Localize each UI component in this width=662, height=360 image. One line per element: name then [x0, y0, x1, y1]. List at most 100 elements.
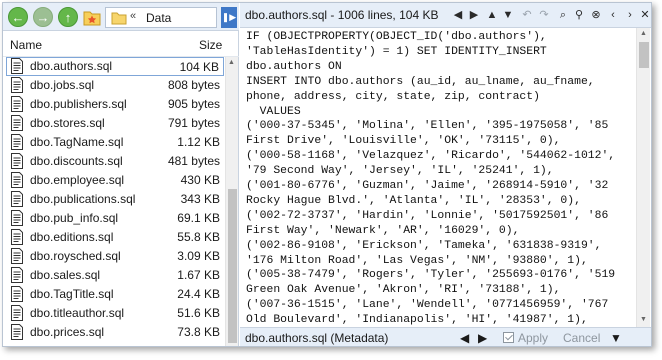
favorites-button[interactable] — [82, 7, 102, 27]
file-name: dbo.roysched.sql — [30, 249, 121, 263]
next-icon: ▶ — [478, 330, 488, 345]
path-bar[interactable]: « Data — [105, 7, 217, 28]
navigation-toolbar: ← → ↑ « Data ❚▶ — [3, 3, 239, 31]
code-line: ('000-58-1168', 'Velazquez', 'Ricardo', … — [246, 150, 616, 163]
file-row[interactable]: dbo.employee.sql 430 KB — [6, 171, 224, 190]
file-row[interactable]: dbo.publications.sql 343 KB — [6, 190, 224, 209]
back-button[interactable]: ← — [8, 7, 28, 27]
file-name: dbo.titleauthor.sql — [30, 306, 125, 320]
file-list-scrollbar[interactable]: ▲ — [225, 57, 238, 346]
sql-file-icon — [11, 153, 23, 169]
file-name: dbo.jobs.sql — [30, 78, 95, 92]
file-size: 3.09 KB — [177, 249, 220, 263]
clear-find-button[interactable]: ⊗ — [588, 6, 604, 24]
redo-button[interactable]: ↷ — [536, 6, 552, 24]
collapse-pane-button[interactable]: ❚▶ — [221, 7, 237, 28]
scrollbar-thumb[interactable] — [228, 189, 237, 343]
code-line: ('007-36-1515', 'Lane', 'Wendell', '0771… — [246, 299, 609, 312]
column-name-header[interactable]: Name — [10, 38, 42, 52]
code-line: phone, address, city, state, zip, contra… — [246, 90, 540, 103]
apply-button[interactable]: Apply — [503, 330, 548, 345]
file-row[interactable]: dbo.pub_info.sql 69.1 KB — [6, 209, 224, 228]
file-name: dbo.sales.sql — [30, 268, 101, 282]
cancel-button[interactable]: Cancel — [563, 330, 600, 345]
more-icon: ▼ — [610, 330, 622, 345]
sql-file-icon — [11, 96, 23, 112]
sql-file-icon — [11, 134, 23, 150]
scroll-up-icon[interactable]: ▲ — [228, 59, 235, 66]
arrow-right-icon: → — [36, 9, 50, 25]
file-row[interactable]: dbo.stores.sql 791 bytes — [6, 114, 224, 133]
sql-file-icon — [11, 267, 23, 283]
file-row[interactable]: dbo.discounts.sql 481 bytes — [6, 152, 224, 171]
code-line: '176 Milton Road', 'Las Vegas', 'NM', '9… — [246, 254, 588, 267]
viewer-scrollbar[interactable]: ▲ ▼ — [636, 28, 650, 327]
code-line: Green Oak Avenue', 'Akron', 'RI', '73188… — [246, 284, 561, 297]
next-button[interactable]: ▶ — [478, 330, 487, 345]
up-button[interactable]: ▲ — [484, 6, 500, 24]
code-line: INSERT INTO dbo.authors (au_id, au_lname… — [246, 75, 595, 88]
column-size-header[interactable]: Size — [199, 38, 222, 52]
file-row[interactable]: dbo.TagTitle.sql 24.4 KB — [6, 285, 224, 304]
sql-file-icon — [11, 115, 23, 131]
code-line: 'TableHasIdentity') = 1) SET IDENTITY_IN… — [246, 45, 547, 58]
file-size: 905 bytes — [167, 97, 220, 111]
close-button[interactable]: ✕ — [637, 6, 653, 24]
code-line: '79 Second Way', 'Jersey', 'IL', '25241'… — [246, 165, 554, 178]
code-line: ('002-72-3737', 'Hardin', 'Lonnie', '501… — [246, 209, 609, 222]
file-name: dbo.employee.sql — [30, 173, 125, 187]
chevron-left-icon: ❚▶ — [221, 12, 237, 22]
sql-file-icon — [11, 58, 23, 74]
back-button[interactable]: ◀ — [450, 6, 466, 24]
more-button[interactable]: ▼ — [610, 330, 622, 345]
sql-file-icon — [11, 324, 23, 340]
file-name: dbo.prices.sql — [30, 325, 105, 339]
previous-button[interactable]: ◀ — [460, 330, 469, 345]
file-row[interactable]: dbo.sales.sql 1.67 KB — [6, 266, 224, 285]
scrollbar-thumb[interactable] — [639, 42, 649, 68]
file-size: 104 KB — [179, 60, 219, 74]
file-name: dbo.TagTitle.sql — [30, 287, 114, 301]
file-size: 55.8 KB — [177, 230, 220, 244]
file-row[interactable]: dbo.TagName.sql 1.12 KB — [6, 133, 224, 152]
up-button[interactable]: ↑ — [58, 7, 78, 27]
file-row[interactable]: dbo.titleauthor.sql 51.6 KB — [6, 304, 224, 323]
viewer-toolbar: dbo.authors.sql - 1006 lines, 104 KB ◀ ▶ ▲… — [240, 3, 651, 28]
arrow-left-icon: ← — [11, 9, 25, 25]
file-row[interactable]: dbo.publishers.sql 905 bytes — [6, 95, 224, 114]
previous-button[interactable]: ‹ — [605, 6, 621, 24]
column-header: Name Size — [3, 31, 239, 57]
file-row[interactable]: dbo.prices.sql 73.8 KB — [6, 323, 224, 342]
file-row[interactable]: dbo.authors.sql 104 KB — [6, 57, 224, 76]
file-row[interactable]: dbo.jobs.sql 808 bytes — [6, 76, 224, 95]
file-size: 24.4 KB — [177, 287, 220, 301]
file-size: 1.67 KB — [177, 268, 220, 282]
find-button[interactable]: ⚲ — [571, 6, 587, 24]
forward-button[interactable]: ▶ — [466, 6, 482, 24]
find-next-button[interactable]: ⌕ — [555, 6, 571, 24]
arrow-up-icon: ↑ — [64, 9, 72, 25]
undo-button[interactable]: ↶ — [519, 6, 535, 24]
status-text: dbo.authors.sql (Metadata) — [245, 331, 389, 345]
code-viewer[interactable]: IF (OBJECTPROPERTY(OBJECT_ID('dbo.author… — [240, 28, 636, 327]
file-name: dbo.publications.sql — [30, 192, 136, 206]
apply-checkbox-icon — [503, 332, 514, 343]
file-size: 51.6 KB — [177, 306, 220, 320]
code-line: Old Boulevard', 'Indianapolis', 'HI', '4… — [246, 314, 588, 327]
file-size: 69.1 KB — [177, 211, 220, 225]
sql-file-icon — [11, 286, 23, 302]
scroll-down-icon[interactable]: ▼ — [640, 316, 647, 323]
path-text: Data — [146, 11, 172, 25]
undo-icon: ↶ — [522, 8, 532, 21]
file-row[interactable]: dbo.editions.sql 55.8 KB — [6, 228, 224, 247]
next-button[interactable]: › — [622, 6, 638, 24]
code-line: ('005-38-7479', 'Rogers', 'Tyler', '2556… — [246, 269, 616, 282]
previous-icon: ◀ — [460, 330, 470, 345]
down-button[interactable]: ▼ — [500, 6, 516, 24]
back-icon: ◀ — [453, 8, 463, 21]
path-separator: « — [130, 10, 137, 22]
file-row[interactable]: dbo.roysched.sql 3.09 KB — [6, 247, 224, 266]
file-size: 343 KB — [180, 192, 220, 206]
scroll-up-icon[interactable]: ▲ — [640, 30, 647, 37]
forward-button[interactable]: → — [33, 7, 53, 27]
